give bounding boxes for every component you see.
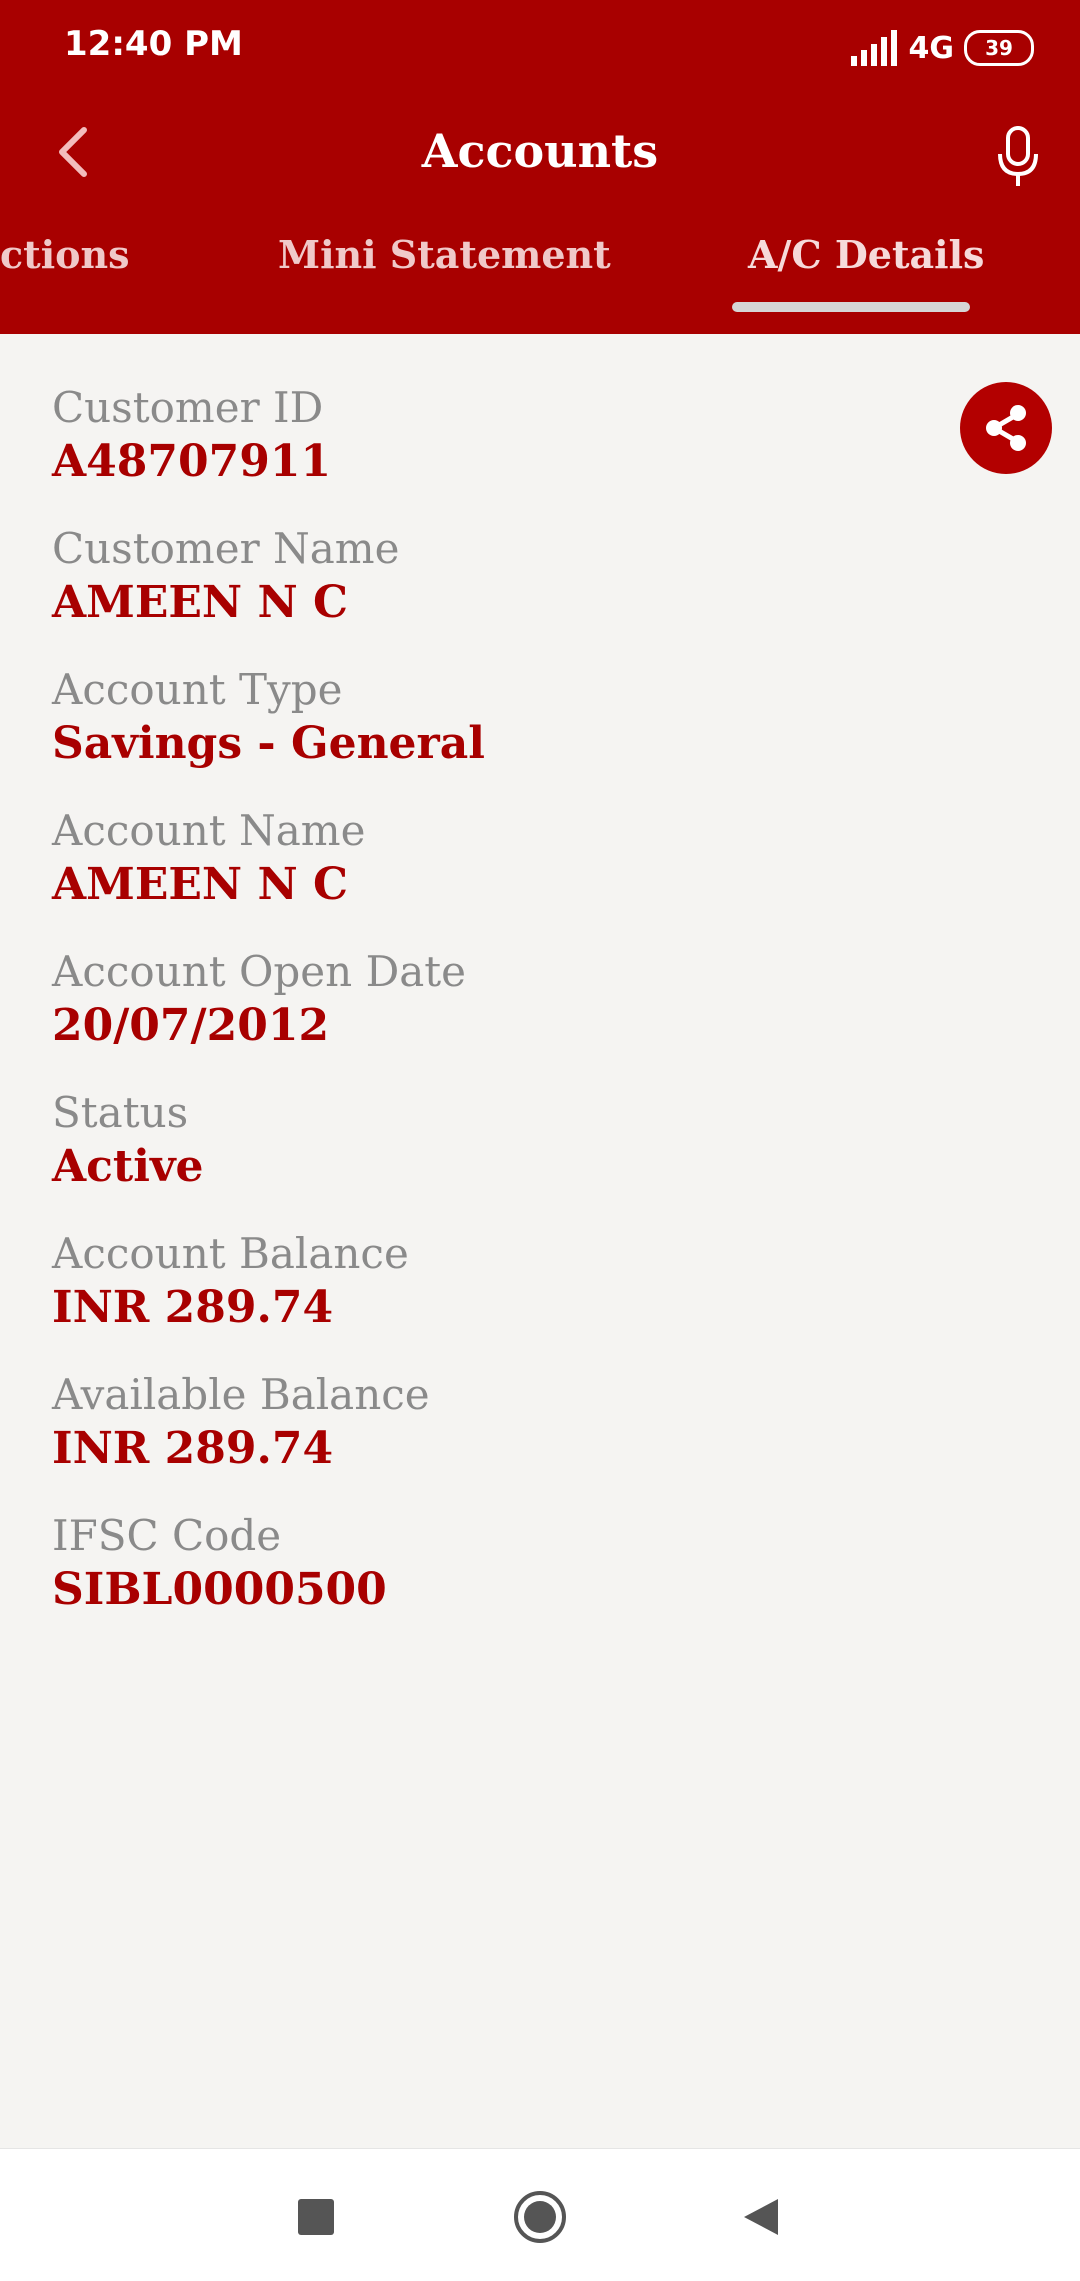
field-label: Status [52,1088,189,1137]
field-label: Customer ID [52,383,324,432]
system-navigation-bar [0,2148,1080,2281]
status-bar: 12:40 PM 4G 39 [0,0,1080,96]
signal-icon [850,30,897,66]
back-icon[interactable] [730,2187,790,2247]
tab-mini-statement[interactable]: Mini Statement [278,232,611,277]
field-value: INR 289.74 [52,1282,334,1333]
field-label: Account Open Date [52,947,467,996]
microphone-icon[interactable] [986,120,1050,192]
status-time: 12:40 PM [64,24,243,64]
field-customer-name: Customer Name AMEEN N C [52,523,399,631]
field-label: Account Name [52,806,366,855]
field-label: Customer Name [52,524,400,573]
battery-icon: 39 [964,30,1034,66]
field-value: 20/07/2012 [52,1000,330,1051]
field-label: Available Balance [52,1370,430,1419]
field-label: IFSC Code [52,1511,282,1560]
field-account-balance: Account Balance INR 289.74 [52,1228,409,1336]
app-header: 12:40 PM 4G 39 Accounts ctions Mini Stat… [0,0,1080,334]
field-value: AMEEN N C [52,859,349,910]
field-value: AMEEN N C [52,577,349,628]
share-icon [986,405,1026,451]
field-value: Active [52,1141,204,1192]
battery-level: 39 [985,36,1013,60]
share-button[interactable] [960,382,1052,474]
recent-apps-icon[interactable] [286,2187,346,2247]
field-account-type: Account Type Savings - General [52,664,485,772]
toolbar: Accounts [0,96,1080,212]
field-status: Status Active [52,1087,204,1195]
home-icon[interactable] [510,2187,570,2247]
field-available-balance: Available Balance INR 289.74 [52,1369,430,1477]
status-indicators: 4G 39 [850,26,1034,70]
field-value: A48707911 [52,436,332,487]
field-customer-id: Customer ID A48707911 [52,382,331,490]
field-value: SIBL0000500 [52,1564,387,1615]
field-account-name: Account Name AMEEN N C [52,805,365,913]
tab-transactions[interactable]: ctions [0,232,130,277]
tab-bar: ctions Mini Statement A/C Details [0,214,1080,334]
field-ifsc-code: IFSC Code SIBL0000500 [52,1510,387,1618]
network-label: 4G [908,30,955,66]
field-value: Savings - General [52,718,485,769]
field-account-open-date: Account Open Date 20/07/2012 [52,946,466,1054]
field-value: INR 289.74 [52,1423,334,1474]
field-label: Account Type [52,665,343,714]
active-tab-indicator [732,302,970,312]
page-title: Accounts [421,124,659,178]
tab-ac-details[interactable]: A/C Details [748,232,984,277]
field-label: Account Balance [52,1229,409,1278]
